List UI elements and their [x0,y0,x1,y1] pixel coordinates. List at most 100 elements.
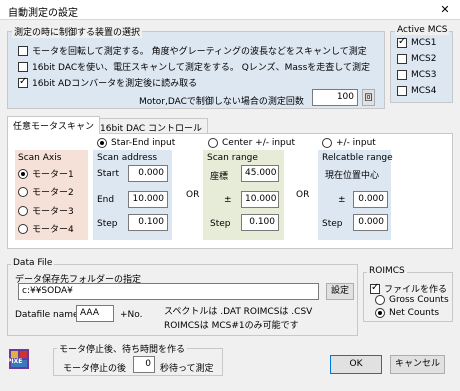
net-counts-label: Net Counts [389,308,440,318]
dac-scan-label: 16bit DACを使い、電圧スキャンして測定をする。 Qレンズ、Massを走査… [32,63,370,73]
pixe-app-icon-label: PIXE [7,358,23,365]
adc-read-checkbox[interactable] [18,76,28,88]
net-counts-option[interactable]: Net Counts [375,308,439,318]
mcs4-option[interactable]: MCS4 [397,86,437,96]
start-end-option[interactable]: Star-End input [97,138,175,148]
plusminus-radio[interactable] [322,138,332,148]
start-end-label: Star-End input [111,138,176,148]
start-label: Start [97,169,119,179]
motor1-option[interactable]: モーター1 [18,167,74,180]
gross-counts-radio[interactable] [375,295,385,305]
mcs4-checkbox[interactable] [397,86,407,96]
extension-note: スペクトルは .DAT ROIMCSは .CSV [164,307,313,317]
make-file-label: ファイルを作る [384,285,448,295]
start-end-radio[interactable] [97,138,107,148]
motor2-radio[interactable] [18,186,28,197]
close-icon[interactable]: ✕ [430,0,460,20]
motor3-label: モーター3 [32,207,74,217]
cancel-button[interactable]: キャンセル [390,355,445,374]
mcs2-label: MCS2 [411,54,437,64]
dac-scan-checkbox[interactable] [18,61,28,72]
motor3-option[interactable]: モーター3 [18,204,74,217]
window-title: 自動測定の設定 [8,8,78,19]
range-step-input[interactable]: 0.100 [241,214,279,231]
ok-button[interactable]: OK [330,355,382,374]
datafile-name-label: Datafile name: [15,310,82,320]
folder-settings-button[interactable]: 設定 [326,283,354,300]
motor-scan-checkbox[interactable] [18,45,28,56]
motor4-option[interactable]: モーター4 [18,222,74,235]
mcs3-option[interactable]: MCS3 [397,70,437,80]
motor4-radio[interactable] [18,223,28,234]
mcs1-label: MCS1 [411,38,437,48]
gross-counts-option[interactable]: Gross Counts [375,295,449,305]
number-suffix-label: +No. [120,310,143,320]
make-file-checkbox[interactable] [370,282,380,294]
motor2-label: モーター2 [32,188,74,198]
mcs1-checkbox[interactable] [397,36,407,48]
relcatable-plusminus-input[interactable]: 0.000 [353,191,388,208]
motor1-label: モーター1 [32,170,74,180]
adc-read-label: 16bit ADコンバータを測定後に読み取る [32,79,198,89]
mcs3-checkbox[interactable] [397,70,407,80]
roimcs-note: ROIMCSは MCS#1のみ可能です [164,321,299,331]
motor2-option[interactable]: モーター2 [18,185,74,198]
mcs1-option[interactable]: MCS1 [397,36,437,48]
datafile-name-input[interactable]: AAA [76,305,114,322]
center-radio[interactable] [208,138,218,148]
motor4-label: モーター4 [32,225,74,235]
plusminus-option[interactable]: +/- input [322,138,376,148]
net-counts-radio[interactable] [375,308,385,318]
relcatable-step-label: Step [322,219,343,229]
range-plusminus-input[interactable]: 10.000 [241,191,279,208]
relcatable-plusminus-label: ± [338,195,346,205]
or-label-1: OR [186,190,200,200]
end-label: End [97,195,115,205]
wait-before-label: モータ停止の後 [63,364,127,374]
coordinate-input[interactable]: 45.000 [241,165,279,182]
dac-scan-option[interactable]: 16bit DACを使い、電圧スキャンして測定をする。 Qレンズ、Massを走査… [18,60,370,73]
gross-counts-label: Gross Counts [389,295,449,305]
tab-motor-scan[interactable]: 任意モータスキャン [7,116,101,134]
mcs2-option[interactable]: MCS2 [397,54,437,64]
motor-scan-label: モータを回転して測定する。 角度やグレーティングの波長などをスキャンして測定 [32,47,367,57]
or-label-2: OR [296,190,310,200]
active-mcs-title: Active MCS [395,25,450,35]
mcs4-label: MCS4 [411,86,437,96]
motor1-radio[interactable] [18,168,28,179]
center-option[interactable]: Center +/- input [208,138,295,148]
mcs2-checkbox[interactable] [397,54,407,64]
title-bar: 自動測定の設定 ✕ [0,0,460,20]
folder-path-input[interactable]: c:¥¥SODA¥ [18,283,319,300]
plusminus-label: +/- input [336,138,376,148]
mcs3-label: MCS3 [411,70,437,80]
range-plusminus-label: ± [224,195,232,205]
current-center-label: 現在位置中心 [325,171,380,181]
make-file-option[interactable]: ファイルを作る [370,282,447,295]
address-step-input[interactable]: 0.100 [128,214,168,231]
measure-count-spin-button[interactable]: 回 [362,89,375,106]
wait-after-label: 秒待って測定 [160,364,214,374]
wait-seconds-input[interactable]: 0 [133,356,155,373]
scan-address-title: Scan address [97,153,158,163]
range-step-label: Step [210,219,231,229]
measure-count-label: Motor,DACで制御しない場合の測定回数 [139,97,304,107]
adc-read-option[interactable]: 16bit ADコンバータを測定後に読み取る [18,76,197,89]
motor-scan-option[interactable]: モータを回転して測定する。 角度やグレーティングの波長などをスキャンして測定 [18,44,367,57]
pixe-app-icon: PIXE [7,348,30,370]
measure-count-input[interactable]: 100 [312,89,358,106]
center-label: Center +/- input [222,138,295,148]
coordinate-label: 座標 [210,172,229,182]
start-input[interactable]: 0.000 [128,165,168,182]
data-file-title: Data File [11,258,55,268]
end-input[interactable]: 10.000 [128,191,168,208]
measure-group-title: 測定の時に制御する装置の選択 [12,25,143,38]
scan-axis-title: Scan Axis [18,153,62,163]
relcatable-step-input[interactable]: 0.000 [353,214,388,231]
relcatable-range-title: Relcatble range [322,153,393,163]
scan-range-title: Scan range [207,153,258,163]
roimcs-title: ROIMCS [367,266,407,276]
wait-group-title: モータ停止後、待ち時間を作る [57,342,188,355]
motor3-radio[interactable] [18,205,28,216]
address-step-label: Step [97,219,118,229]
